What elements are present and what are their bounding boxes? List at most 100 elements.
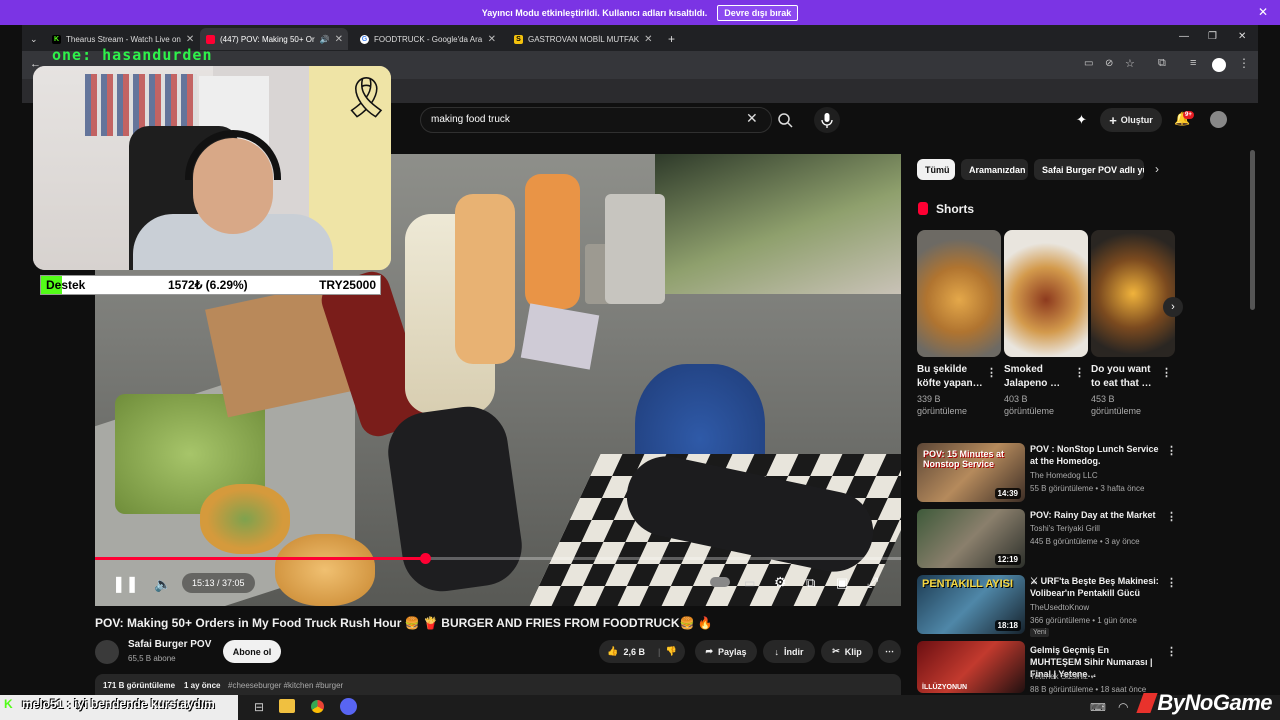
like-count[interactable]: 2,6 B [623, 647, 645, 657]
tab-google-search[interactable]: G FOODTRUCK - Google'da Ara ✕ [354, 28, 502, 50]
short-thumbnail[interactable] [917, 230, 1001, 357]
share-button[interactable]: ➦ Paylaş [695, 640, 757, 663]
short-thumbnail[interactable] [1091, 230, 1175, 357]
download-button[interactable]: ↓ İndir [763, 640, 815, 663]
more-actions-button[interactable]: ⋯ [878, 640, 901, 663]
search-button[interactable] [770, 107, 800, 133]
settings-gear-icon[interactable]: ⚙ [774, 574, 787, 591]
volume-icon[interactable]: 🔈 [154, 576, 171, 593]
profile-avatar[interactable] [1212, 58, 1226, 72]
duration-badge: 12:19 [994, 554, 1021, 565]
time-display: 15:13 / 37:05 [182, 573, 255, 593]
disable-streamer-mode-button[interactable]: Devre dışı bırak [717, 4, 799, 21]
kick-icon: K [52, 34, 61, 44]
related-title[interactable]: POV : NonStop Lunch Service at the Homed… [1030, 443, 1162, 467]
more-vert-icon[interactable]: ⋮ [1166, 444, 1177, 457]
hashtags[interactable]: #cheeseburger #kitchen #burger [228, 681, 343, 690]
chevron-right-icon[interactable]: › [1155, 162, 1159, 176]
cast-icon[interactable]: ▭ [1084, 58, 1093, 69]
subtitles-icon[interactable]: ▭ [744, 576, 755, 590]
related-thumbnail[interactable]: 12:19 [917, 509, 1025, 568]
dislike-icon[interactable]: 👎 [666, 646, 677, 657]
eye-off-icon[interactable]: ⊘ [1105, 58, 1113, 69]
channel-name[interactable]: Safai Burger POV [128, 639, 211, 650]
shorts-next-button[interactable]: › [1163, 297, 1183, 317]
chip-all[interactable]: Tümü [917, 159, 955, 180]
minimize-icon[interactable]: — [1179, 31, 1189, 42]
related-thumbnail[interactable]: POV: 15 Minutes at Nonstop Service 14:39 [917, 443, 1025, 502]
channel-avatar[interactable] [95, 640, 119, 664]
tab-youtube-video[interactable]: (447) POV: Making 50+ Or 🔊 ✕ [200, 28, 348, 50]
tab-search-icon[interactable]: ⌄ [24, 28, 38, 50]
bookmark-star-icon[interactable]: ☆ [1125, 57, 1135, 70]
speaker-icon[interactable]: 🔊 [320, 35, 330, 44]
search-input[interactable]: making food truck [431, 114, 510, 125]
close-tab-icon[interactable]: ✕ [488, 34, 496, 45]
streamer-mode-notice: Yayıncı Modu etkinleştirildi. Kullanıcı … [0, 0, 1280, 25]
close-tab-icon[interactable]: ✕ [186, 34, 194, 45]
clip-label: Klip [844, 646, 862, 657]
short-title[interactable]: Do you want to eat that … [1091, 363, 1161, 391]
more-vert-icon[interactable]: ⋮ [1074, 366, 1085, 379]
related-thumbnail[interactable]: PENTAKILL AYISI 18:18 [917, 575, 1025, 634]
account-avatar[interactable] [1210, 111, 1227, 128]
extensions-icon[interactable]: ⧉ [1158, 57, 1166, 70]
task-view-icon[interactable]: ⊟ [254, 700, 264, 714]
short-title[interactable]: Bu şekilde köfte yapan… [917, 363, 987, 391]
related-channel[interactable]: TheUsedtoKnow [1030, 603, 1089, 612]
fullscreen-icon[interactable]: ⤢ [867, 574, 878, 591]
close-tab-icon[interactable]: ✕ [644, 34, 652, 45]
chip-from-search[interactable]: Aramanızdan [961, 159, 1028, 180]
media-icon[interactable]: ≡ [1190, 57, 1196, 69]
wifi-icon[interactable]: ◠ [1118, 700, 1128, 714]
scrollbar-thumb[interactable] [1250, 150, 1255, 310]
tab-title: FOODTRUCK - Google'da Ara [374, 34, 483, 44]
voice-search-button[interactable] [814, 107, 840, 133]
more-vert-icon[interactable]: ⋮ [986, 366, 997, 379]
tab-title: GASTROVAN MOBİL MUTFAK [528, 34, 640, 44]
more-vert-icon[interactable]: ⋮ [1161, 366, 1172, 379]
chrome-icon[interactable] [309, 698, 326, 715]
maximize-icon[interactable]: ❐ [1208, 31, 1217, 42]
related-title[interactable]: ⚔ URF'ta Beşte Beş Makinesi: Volibear'ın… [1030, 575, 1162, 599]
new-tab-button[interactable]: + [662, 28, 678, 50]
related-title[interactable]: POV: Rainy Day at the Market [1030, 509, 1162, 521]
more-vert-icon[interactable]: ⋮ [1166, 510, 1177, 523]
create-ai-icon[interactable]: ✦ [1076, 112, 1087, 128]
autoplay-toggle[interactable] [710, 577, 730, 587]
scissors-icon: ✂ [832, 646, 840, 656]
sauce-bottle-2 [525, 174, 580, 309]
miniplayer-icon[interactable]: ⧉ [806, 575, 815, 591]
create-button[interactable]: + Oluştur [1100, 108, 1162, 132]
app-icon[interactable] [340, 698, 357, 715]
pause-icon[interactable]: ❚❚ [112, 574, 139, 594]
subscribe-button[interactable]: Abone ol [223, 640, 281, 663]
theater-mode-icon[interactable]: ▣ [836, 575, 848, 591]
more-vert-icon[interactable]: ⋮ [1166, 645, 1177, 658]
search-icon [778, 113, 793, 128]
related-channel[interactable]: Yetenek Sizsiniz ✓ [1030, 672, 1097, 681]
related-channel[interactable]: The Homedog LLC [1030, 471, 1098, 480]
streamer-name: one: hasandurden [52, 46, 213, 64]
towel [520, 303, 600, 370]
related-thumbnail[interactable]: İLLÜZYONUN [917, 641, 1025, 693]
more-vert-icon[interactable]: ⋮ [1166, 576, 1177, 589]
chip-channel[interactable]: Safai Burger POV adlı yü [1034, 159, 1144, 180]
like-icon[interactable]: 👍 [607, 646, 618, 657]
close-icon[interactable]: ✕ [1258, 5, 1268, 19]
clip-button[interactable]: ✂ Klip [821, 640, 873, 663]
close-window-icon[interactable]: ✕ [1238, 31, 1246, 42]
clear-search-icon[interactable]: ✕ [746, 110, 758, 127]
keyboard-icon[interactable]: ⌨ [1090, 701, 1106, 714]
close-tab-icon[interactable]: ✕ [335, 34, 343, 45]
chat-text: iyi bendende kurstaydım [74, 697, 215, 711]
tab-gastrovan[interactable]: S GASTROVAN MOBİL MUTFAK ✕ [508, 28, 656, 50]
download-icon: ↓ [774, 646, 780, 657]
view-count: 171 B görüntüleme [103, 681, 176, 690]
related-channel[interactable]: Toshi's Teriyaki Grill [1030, 524, 1100, 533]
divider: | [657, 646, 661, 657]
short-title[interactable]: Smoked Jalapeno … [1004, 363, 1074, 391]
file-explorer-icon[interactable] [279, 699, 295, 713]
short-thumbnail[interactable] [1004, 230, 1088, 357]
menu-icon[interactable]: ⋮ [1238, 56, 1250, 70]
